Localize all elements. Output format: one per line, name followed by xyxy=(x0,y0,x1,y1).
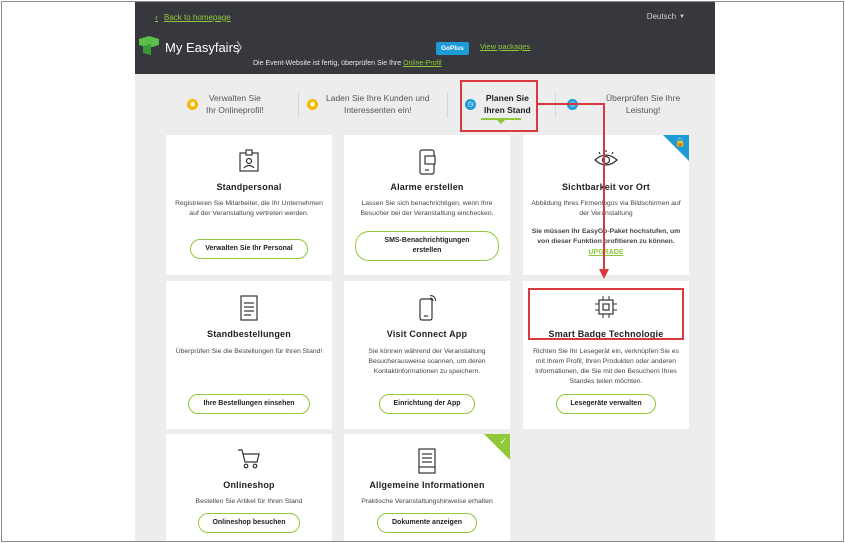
card-onlineshop: Onlineshop Bestellen Sie Artikel für Ihr… xyxy=(166,434,332,541)
language-selector[interactable]: Deutsch ▼ xyxy=(647,12,685,21)
button-label-line2: erstellen xyxy=(412,247,442,254)
step-plan-stand[interactable]: ◷ Planen Sie Ihren Stand xyxy=(465,92,531,116)
card-title: Onlineshop xyxy=(223,480,275,490)
language-label: Deutsch xyxy=(646,12,677,21)
view-orders-button[interactable]: Ihre Bestellungen einsehen xyxy=(188,394,310,414)
card-stand-orders: Standbestellungen Überprüfen Sie die Bes… xyxy=(166,281,332,429)
manage-readers-button[interactable]: Lesegeräte verwalten xyxy=(556,394,656,414)
step-navigation: ◉ Verwalten Sie Ihr Onlineprofil! ◉ Lade… xyxy=(135,74,715,134)
view-packages-link[interactable]: View packages xyxy=(480,42,530,51)
step-divider xyxy=(447,92,448,118)
card-title: Allgemeine Informationen xyxy=(369,480,485,490)
back-to-homepage-link[interactable]: ‹ Back to homepage xyxy=(155,12,231,22)
card-standpersonal: Standpersonal Registrieren Sie Mitarbeit… xyxy=(166,135,332,275)
caret-down-icon: ▼ xyxy=(679,13,685,20)
screenshot-frame: ‹ Back to homepage Deutsch ▼ My Easyfair… xyxy=(1,1,844,542)
card-description: Praktische Veranstaltungshinweise erhalt… xyxy=(361,498,493,505)
visit-onlineshop-button[interactable]: Onlineshop besuchen xyxy=(198,513,300,533)
goplus-badge: GoPlus xyxy=(436,42,469,55)
card-description: Registrieren Sie Mitarbeiter, die Ihr Un… xyxy=(175,200,323,217)
card-title: Smart Badge Technologie xyxy=(548,329,664,339)
card-title: Standbestellungen xyxy=(207,329,291,339)
card-description: Richten Sie Ihr Lesegerät ein, verknüpfe… xyxy=(533,348,679,385)
step-invite-customers[interactable]: ◉ Laden Sie Ihre Kunden und Interessente… xyxy=(307,92,430,116)
app-title: My Easyfairs xyxy=(165,40,240,55)
card-general-info: ✓ Allgemeine Informationen Praktische Ve… xyxy=(344,434,510,541)
easyfairs-logo-icon xyxy=(139,36,159,55)
active-step-indicator xyxy=(481,118,521,124)
step-online-profile[interactable]: ◉ Verwalten Sie Ihr Onlineprofil! xyxy=(187,92,264,116)
setup-app-button[interactable]: Einrichtung der App xyxy=(379,394,475,414)
notice-bar: Die Event-Website ist fertig, überprüfen… xyxy=(253,60,442,67)
create-sms-alerts-button[interactable]: SMS-Benachrichtigungen erstellen xyxy=(355,231,499,261)
button-label-line1: SMS-Benachrichtigungen xyxy=(384,237,470,244)
chevron-left-icon: ‹ xyxy=(155,12,158,22)
step-label-line1: Planen Sie xyxy=(485,93,529,103)
checkmark-icon: ✓ xyxy=(499,436,507,446)
step-label-line2: Interessenten ein! xyxy=(343,105,412,115)
step-status-icon: ◉ xyxy=(307,98,318,110)
shopping-cart-icon xyxy=(238,449,260,469)
online-profile-link[interactable]: Online-Profil xyxy=(403,60,442,67)
step-label-line2: Ihr Onlineprofil! xyxy=(206,105,264,115)
card-visit-connect: Visit Connect App Sie können während der… xyxy=(344,281,510,429)
card-title: Standpersonal xyxy=(216,182,282,192)
lock-icon: 🔒 xyxy=(674,137,686,147)
step-label-line1: Überprüfen Sie Ihre xyxy=(606,93,681,103)
card-description: Sie können während der Veranstaltung Bes… xyxy=(368,348,486,375)
top-header: ‹ Back to homepage Deutsch ▼ My Easyfair… xyxy=(135,2,715,74)
step-label-line2: Ihren Stand xyxy=(484,105,531,115)
step-label-line1: Laden Sie Ihre Kunden und xyxy=(326,93,430,103)
step-status-icon: ◉ xyxy=(187,98,198,110)
card-smart-badge: Smart Badge Technologie Richten Sie Ihr … xyxy=(523,281,689,429)
card-title: Visit Connect App xyxy=(386,329,468,339)
notebook-icon xyxy=(418,448,436,474)
clock-icon: ◷ xyxy=(465,98,476,110)
card-description: Überprüfen Sie die Bestellungen für Ihre… xyxy=(175,348,323,355)
notice-text: Die Event-Website ist fertig, überprüfen… xyxy=(253,60,402,67)
document-list-icon xyxy=(240,295,258,321)
card-description: Lassen Sie sich benachrichtigen, wenn Ih… xyxy=(360,200,494,217)
main-content: ◉ Verwalten Sie Ihr Onlineprofil! ◉ Lade… xyxy=(135,74,715,541)
step-label-line1: Verwalten Sie xyxy=(208,93,261,103)
manage-staff-button[interactable]: Verwalten Sie Ihr Personal xyxy=(190,239,308,259)
annotation-arrow xyxy=(538,103,609,279)
card-description: Bestellen Sie Artikel für Ihren Stand xyxy=(195,498,303,505)
id-badge-icon xyxy=(239,149,259,172)
card-alarms: Alarme erstellen Lassen Sie sich benachr… xyxy=(344,135,510,275)
back-link-label: Back to homepage xyxy=(164,12,231,22)
mobile-wireless-icon xyxy=(419,295,436,321)
step-label-line2: Leistung! xyxy=(625,105,661,115)
step-divider xyxy=(298,92,299,118)
chip-icon xyxy=(595,296,617,318)
card-title: Alarme erstellen xyxy=(390,182,464,192)
mobile-message-icon xyxy=(419,149,436,175)
chevron-right-icon[interactable]: 〉 xyxy=(236,38,250,58)
view-documents-button[interactable]: Dokumente anzeigen xyxy=(377,513,477,533)
